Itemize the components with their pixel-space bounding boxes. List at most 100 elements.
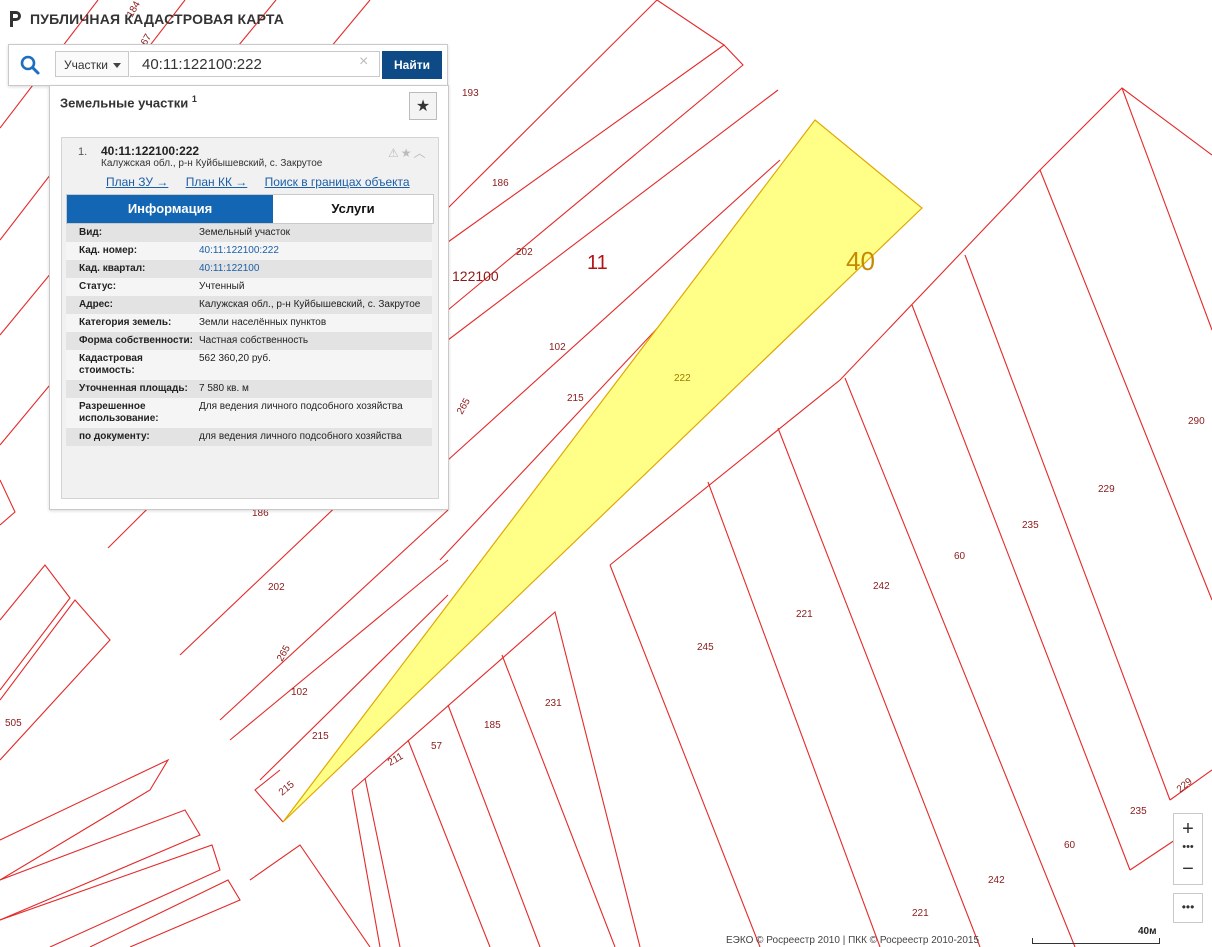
attribute-value: для ведения личного подсобного хозяйства bbox=[199, 431, 402, 442]
result-tabs: Информация Услуги bbox=[66, 194, 434, 224]
attribute-row: Вид: Земельный участок bbox=[66, 224, 432, 242]
tab-services[interactable]: Услуги bbox=[273, 195, 433, 223]
parcel-label: 231 bbox=[545, 698, 562, 709]
attribute-row: Форма собственности: Частная собственност… bbox=[66, 332, 432, 350]
star-icon[interactable]: ★ bbox=[401, 146, 414, 160]
attribute-value: Калужская обл., р-н Куйбышевский, с. Зак… bbox=[199, 299, 421, 310]
attribute-row: Кад. квартал: 40:11:122100 bbox=[66, 260, 432, 278]
parcel-label: 290 bbox=[1188, 416, 1205, 427]
zoom-level-dots: ••• bbox=[1182, 841, 1194, 853]
search-type-dropdown[interactable]: Участки bbox=[55, 51, 129, 77]
favorites-button[interactable]: ★ bbox=[409, 92, 437, 120]
parcel-label: 215 bbox=[312, 731, 329, 742]
attribute-value: Земли населённых пунктов bbox=[199, 317, 327, 328]
warning-icon[interactable]: ⚠ bbox=[388, 146, 401, 160]
result-number: 1. bbox=[78, 146, 88, 158]
attribute-value: 562 360,20 руб. bbox=[199, 353, 271, 364]
result-action-icons: ⚠★︿ bbox=[388, 144, 428, 161]
parcel-label: 102 bbox=[549, 342, 566, 353]
tab-information[interactable]: Информация bbox=[67, 195, 273, 223]
zoom-control: + ••• − bbox=[1173, 813, 1203, 885]
chevron-up-icon[interactable]: ︿ bbox=[414, 146, 428, 160]
attribute-key: Кад. номер: bbox=[79, 245, 138, 256]
attribute-value[interactable]: 40:11:122100 bbox=[199, 263, 429, 275]
star-icon: ★ bbox=[415, 98, 431, 115]
attribute-value: Учтенный bbox=[199, 281, 245, 292]
attribute-value: Частная собственность bbox=[199, 335, 309, 346]
caret-down-icon bbox=[113, 63, 121, 68]
attribute-key: Форма собственности: bbox=[79, 335, 193, 346]
parcel-label: 229 bbox=[1175, 776, 1195, 795]
scale-label: 40м bbox=[1138, 926, 1157, 937]
attribute-row: Статус: Учтенный bbox=[66, 278, 432, 296]
parcel-label: 215 bbox=[567, 393, 584, 404]
attribute-row: Категория земель: Земли населённых пункто… bbox=[66, 314, 432, 332]
parcel-label: 265 bbox=[455, 396, 473, 416]
parcel-label: 185 bbox=[484, 720, 501, 731]
district-label: 11 bbox=[587, 252, 608, 274]
attribute-value: Земельный участок bbox=[199, 227, 291, 238]
app-brand: ПУБЛИЧНАЯ КАДАСТРОВАЯ КАРТА bbox=[8, 10, 284, 28]
parcel-label: 215 bbox=[277, 779, 297, 798]
attribute-row: Адрес: Калужская обл., р-н Куйбышевский, … bbox=[66, 296, 432, 314]
attribute-row: Уточненная площадь: 7 580 кв. м bbox=[66, 380, 432, 398]
search-icon[interactable] bbox=[19, 54, 41, 76]
attribute-row: по документу: для ведения личного подсобн… bbox=[66, 428, 432, 446]
parcel-label: 229 bbox=[1098, 484, 1115, 495]
parcel-label: 242 bbox=[873, 581, 890, 592]
plan-zu-link[interactable]: План ЗУ → bbox=[106, 175, 168, 189]
parcel-label: 221 bbox=[796, 609, 813, 620]
map-attribution: ЕЭКО © Росреестр 2010 | ПКК © Росреестр … bbox=[726, 935, 980, 946]
search-input[interactable] bbox=[130, 51, 380, 77]
clear-icon[interactable]: × bbox=[359, 53, 368, 71]
parcel-label: 57 bbox=[431, 741, 443, 752]
parcel-label: 242 bbox=[988, 875, 1005, 886]
parcel-label: 235 bbox=[1022, 520, 1039, 531]
parcel-label: 265 bbox=[275, 643, 293, 663]
attribute-value[interactable]: 40:11:122100:222 bbox=[199, 245, 429, 257]
parcel-label: 211 bbox=[386, 751, 406, 769]
parcel-label: 202 bbox=[268, 582, 285, 593]
parcel-label: 505 bbox=[5, 718, 22, 729]
quarter-label: 122100 bbox=[452, 268, 499, 284]
result-count: 1 bbox=[191, 94, 197, 104]
attribute-row: Кадастровая стоимость: 562 360,20 руб. bbox=[66, 350, 432, 380]
result-title[interactable]: 40:11:122100:222 bbox=[101, 144, 199, 158]
results-panel: Земельные участки 1 ★ 1. 40:11:122100:22… bbox=[49, 85, 449, 510]
parcel-label: 60 bbox=[1064, 840, 1076, 851]
parcel-label: 60 bbox=[954, 551, 966, 562]
search-type-label: Участки bbox=[64, 58, 108, 72]
zoom-out-button[interactable]: − bbox=[1174, 856, 1202, 882]
pkk-logo-icon bbox=[10, 11, 21, 27]
attribute-key: Статус: bbox=[79, 281, 117, 292]
parcel-label: 193 bbox=[462, 88, 479, 99]
attribute-key: Адрес: bbox=[79, 299, 113, 310]
parcel-label: 245 bbox=[697, 642, 714, 653]
attribute-row: Кад. номер: 40:11:122100:222 bbox=[66, 242, 432, 260]
attributes-table: Вид: Земельный участок Кад. номер: 40:11:12… bbox=[66, 224, 432, 446]
result-address: Калужская обл., р-н Куйбышевский, с. Зак… bbox=[101, 158, 323, 169]
parcel-label: 202 bbox=[516, 247, 533, 258]
plan-kk-link[interactable]: План КК → bbox=[186, 175, 248, 189]
region-label: 40 bbox=[846, 246, 875, 276]
attribute-row: Разрешенное использование: Для ведения ли… bbox=[66, 398, 432, 428]
attribute-key: Разрешенное использование: bbox=[79, 401, 159, 424]
more-options-button[interactable]: ••• bbox=[1173, 893, 1203, 923]
attribute-value: Для ведения личного подсобного хозяйства bbox=[199, 401, 403, 412]
parcel-label: 186 bbox=[492, 178, 509, 189]
search-bar: Участки × Найти bbox=[8, 44, 448, 86]
find-button[interactable]: Найти bbox=[382, 51, 442, 79]
scale-bar bbox=[1032, 938, 1160, 944]
panel-title-text: Земельные участки bbox=[60, 95, 189, 111]
attribute-key: Вид: bbox=[79, 227, 103, 238]
attribute-value: 7 580 кв. м bbox=[199, 383, 249, 394]
parcel-label: 102 bbox=[291, 687, 308, 698]
panel-title: Земельные участки 1 bbox=[60, 94, 197, 110]
parcel-label: 221 bbox=[912, 908, 929, 919]
zoom-in-button[interactable]: + bbox=[1174, 816, 1202, 842]
selected-parcel-label: 222 bbox=[674, 373, 691, 384]
parcel-label: 235 bbox=[1130, 806, 1147, 817]
attribute-key: Кадастровая стоимость: bbox=[79, 353, 143, 376]
result-card: 1. 40:11:122100:222 Калужская обл., р-н … bbox=[61, 137, 439, 499]
attribute-key: Кад. квартал: bbox=[79, 263, 146, 274]
